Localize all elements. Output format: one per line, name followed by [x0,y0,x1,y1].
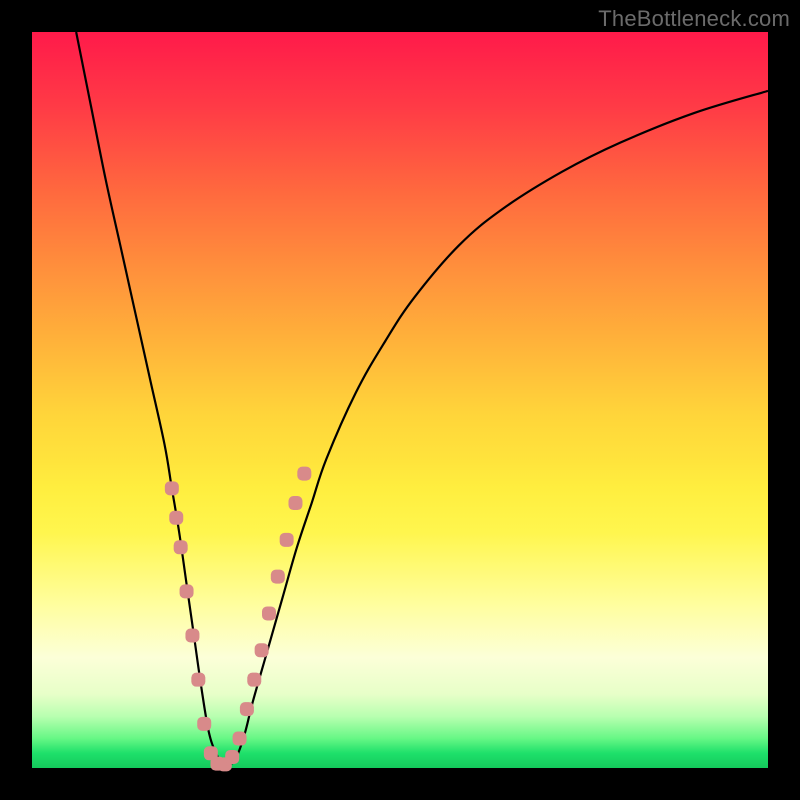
curve-marker [297,467,311,481]
curve-marker [288,496,302,510]
curve-marker [191,673,205,687]
curve-marker [280,533,294,547]
curve-marker [180,584,194,598]
curve-marker [233,732,247,746]
curve-marker [174,540,188,554]
chart-frame: TheBottleneck.com [0,0,800,800]
curve-marker [271,570,285,584]
curve-marker [240,702,254,716]
curve-marker [262,606,276,620]
bottleneck-curve [32,32,768,768]
curve-marker [169,511,183,525]
curve-marker [225,750,239,764]
curve-marker [255,643,269,657]
curve-marker [185,629,199,643]
curve-marker [247,673,261,687]
curve-marker [165,481,179,495]
watermark-text: TheBottleneck.com [598,6,790,32]
curve-marker [197,717,211,731]
plot-area [32,32,768,768]
